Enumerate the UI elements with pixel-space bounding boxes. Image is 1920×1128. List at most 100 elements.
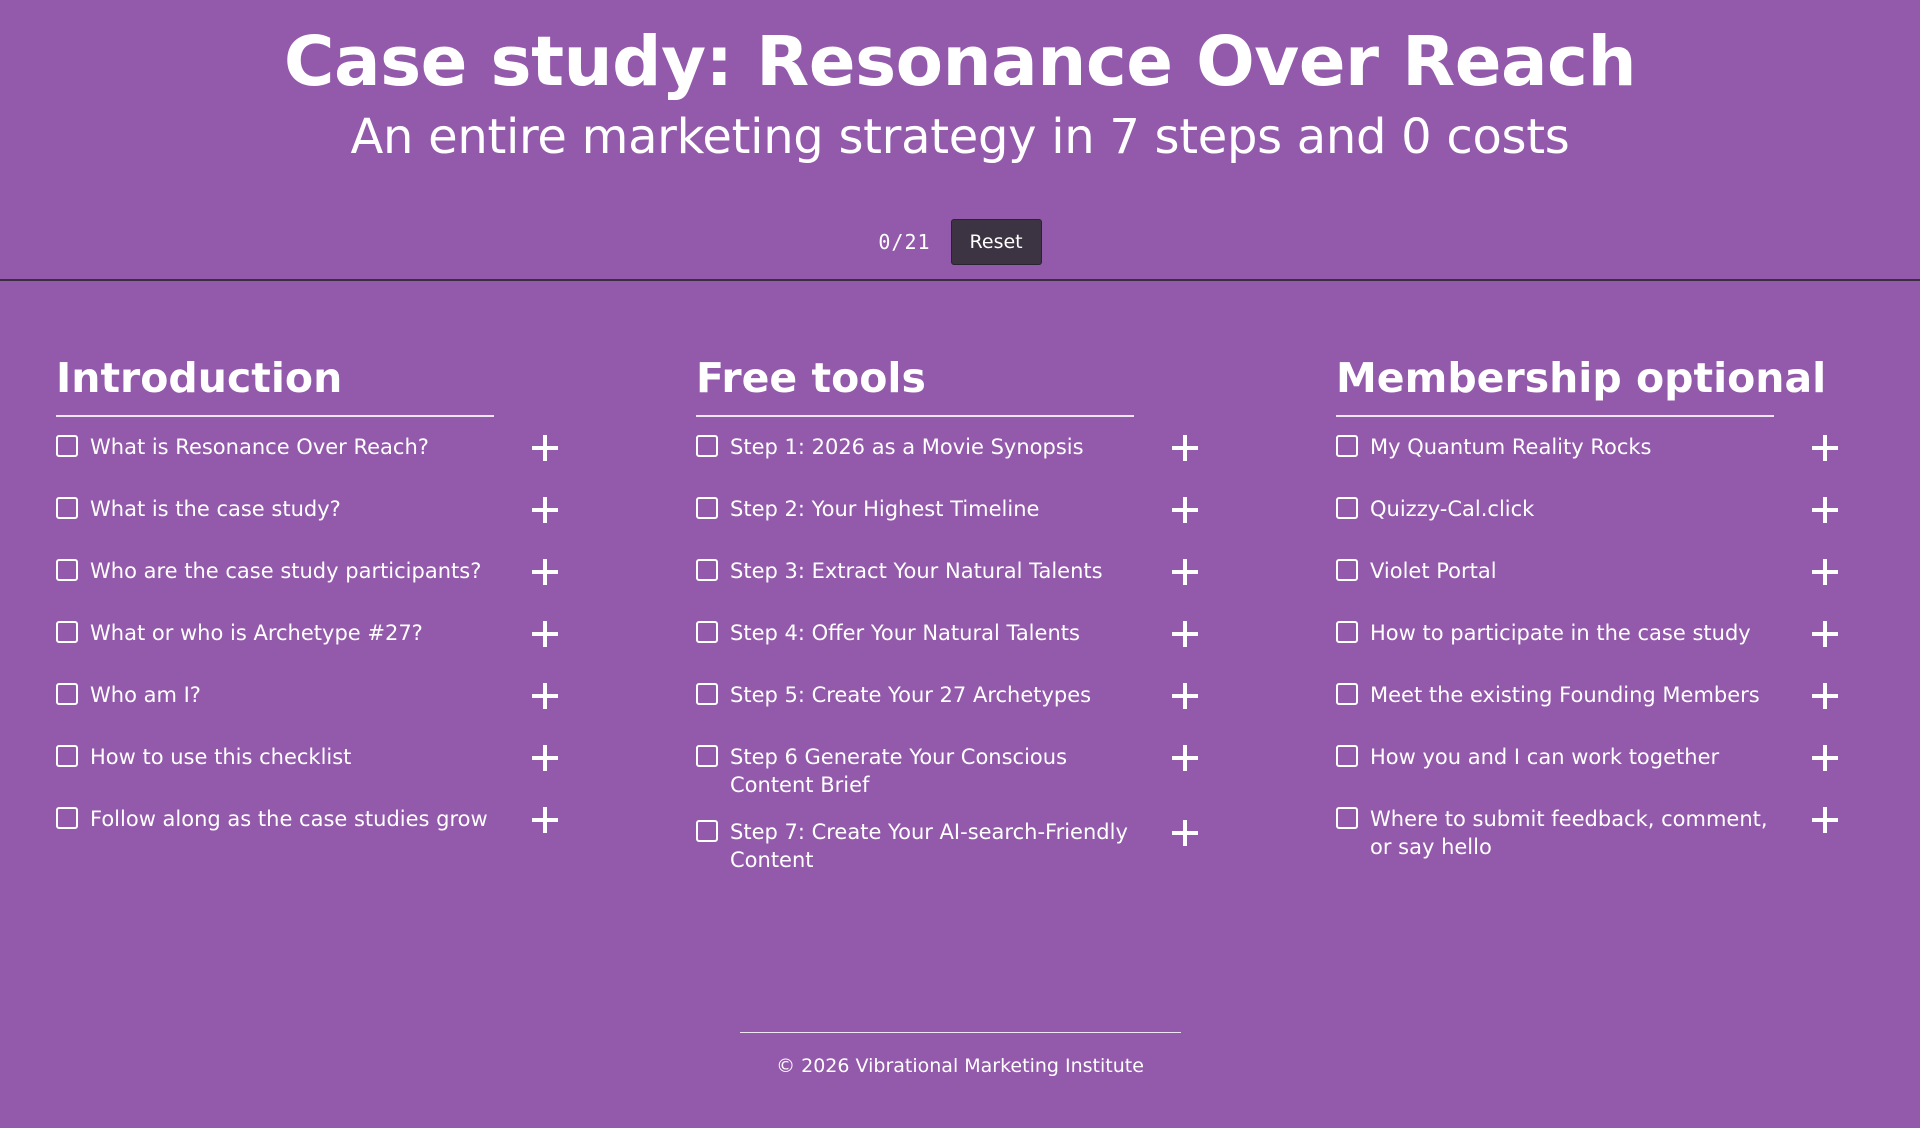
header-divider (0, 279, 1920, 281)
item-checkbox[interactable] (696, 497, 718, 519)
item-checkbox[interactable] (696, 621, 718, 643)
item-label[interactable]: Follow along as the case studies grow (90, 805, 510, 833)
item-label[interactable]: Step 4: Offer Your Natural Talents (730, 619, 1150, 647)
item-label[interactable]: How to participate in the case study (1370, 619, 1790, 647)
plus-icon[interactable] (1810, 681, 1840, 711)
plus-icon[interactable] (1810, 557, 1840, 587)
item-checkbox[interactable] (696, 559, 718, 581)
plus-icon[interactable] (530, 557, 560, 587)
checklist-item: How to participate in the case study (1336, 619, 1896, 681)
page-subtitle: An entire marketing strategy in 7 steps … (350, 109, 1570, 165)
checklist-item: Violet Portal (1336, 557, 1896, 619)
plus-icon[interactable] (1810, 805, 1840, 835)
checklist-item: Step 6 Generate Your Conscious Content B… (696, 743, 1256, 818)
item-checkbox[interactable] (1336, 745, 1358, 767)
page-footer: © 2026 Vibrational Marketing Institute (0, 1032, 1920, 1077)
plus-icon[interactable] (1170, 743, 1200, 773)
item-checkbox[interactable] (1336, 807, 1358, 829)
item-checkbox[interactable] (1336, 621, 1358, 643)
item-checkbox[interactable] (1336, 435, 1358, 457)
section-title: Introduction (56, 353, 494, 417)
item-label[interactable]: Who are the case study participants? (90, 557, 510, 585)
item-label[interactable]: Step 1: 2026 as a Movie Synopsis (730, 433, 1150, 461)
section-membership: Membership optional My Quantum Reality R… (1336, 353, 1896, 893)
plus-icon[interactable] (1170, 557, 1200, 587)
checklist-item: Meet the existing Founding Members (1336, 681, 1896, 743)
checklist: Step 1: 2026 as a Movie Synopsis Step 2:… (696, 433, 1256, 893)
item-checkbox[interactable] (56, 497, 78, 519)
footer-divider (739, 1032, 1181, 1033)
item-label[interactable]: Step 6 Generate Your Conscious Content B… (730, 743, 1150, 799)
reset-button[interactable]: Reset (950, 218, 1042, 265)
plus-icon[interactable] (1810, 619, 1840, 649)
item-checkbox[interactable] (1336, 497, 1358, 519)
section-title: Free tools (696, 353, 1134, 417)
item-checkbox[interactable] (696, 435, 718, 457)
checklist-columns: Introduction What is Resonance Over Reac… (0, 353, 1920, 893)
checklist-item: Who am I? (56, 681, 616, 743)
page-title: Case study: Resonance Over Reach (283, 22, 1637, 102)
checklist-item: Where to submit feedback, comment, or sa… (1336, 805, 1896, 880)
plus-icon[interactable] (1170, 619, 1200, 649)
plus-icon[interactable] (530, 619, 560, 649)
checklist: What is Resonance Over Reach? What is th… (56, 433, 616, 880)
checklist-item: What is Resonance Over Reach? (56, 433, 616, 495)
item-label[interactable]: What is the case study? (90, 495, 510, 523)
item-checkbox[interactable] (56, 683, 78, 705)
checklist-item: How you and I can work together (1336, 743, 1896, 805)
plus-icon[interactable] (530, 681, 560, 711)
item-checkbox[interactable] (56, 745, 78, 767)
item-checkbox[interactable] (56, 559, 78, 581)
page-header: Case study: Resonance Over Reach An enti… (0, 0, 1920, 265)
section-introduction: Introduction What is Resonance Over Reac… (56, 353, 616, 893)
progress-bar: 0/21 Reset (0, 218, 1920, 265)
item-checkbox[interactable] (696, 820, 718, 842)
plus-icon[interactable] (530, 805, 560, 835)
item-label[interactable]: Step 7: Create Your AI-search-Friendly C… (730, 818, 1150, 874)
item-label[interactable]: Where to submit feedback, comment, or sa… (1370, 805, 1790, 861)
item-checkbox[interactable] (56, 435, 78, 457)
item-label[interactable]: Violet Portal (1370, 557, 1790, 585)
plus-icon[interactable] (1810, 743, 1840, 773)
checklist: My Quantum Reality Rocks Quizzy-Cal.clic… (1336, 433, 1896, 880)
checklist-item: How to use this checklist (56, 743, 616, 805)
copyright-text: © 2026 Vibrational Marketing Institute (776, 1055, 1144, 1077)
checklist-item: Step 5: Create Your 27 Archetypes (696, 681, 1256, 743)
section-free-tools: Free tools Step 1: 2026 as a Movie Synop… (696, 353, 1256, 893)
checklist-item: Step 1: 2026 as a Movie Synopsis (696, 433, 1256, 495)
plus-icon[interactable] (1170, 681, 1200, 711)
plus-icon[interactable] (530, 743, 560, 773)
item-label[interactable]: What is Resonance Over Reach? (90, 433, 510, 461)
checklist-item: Quizzy-Cal.click (1336, 495, 1896, 557)
progress-counter: 0/21 (878, 229, 931, 254)
plus-icon[interactable] (530, 495, 560, 525)
item-checkbox[interactable] (696, 745, 718, 767)
item-label[interactable]: How you and I can work together (1370, 743, 1790, 771)
item-checkbox[interactable] (56, 807, 78, 829)
checklist-item: What or who is Archetype #27? (56, 619, 616, 681)
item-label[interactable]: Who am I? (90, 681, 510, 709)
plus-icon[interactable] (530, 433, 560, 463)
item-label[interactable]: How to use this checklist (90, 743, 510, 771)
plus-icon[interactable] (1810, 433, 1840, 463)
checklist-item: What is the case study? (56, 495, 616, 557)
section-title: Membership optional (1336, 353, 1826, 417)
item-label[interactable]: Step 5: Create Your 27 Archetypes (730, 681, 1150, 709)
checklist-item: Who are the case study participants? (56, 557, 616, 619)
plus-icon[interactable] (1170, 818, 1200, 848)
item-label[interactable]: Step 2: Your Highest Timeline (730, 495, 1150, 523)
item-label[interactable]: My Quantum Reality Rocks (1370, 433, 1790, 461)
item-checkbox[interactable] (696, 683, 718, 705)
checklist-item: Step 3: Extract Your Natural Talents (696, 557, 1256, 619)
plus-icon[interactable] (1170, 433, 1200, 463)
plus-icon[interactable] (1170, 495, 1200, 525)
checklist-item: My Quantum Reality Rocks (1336, 433, 1896, 495)
item-label[interactable]: Quizzy-Cal.click (1370, 495, 1790, 523)
item-checkbox[interactable] (56, 621, 78, 643)
item-label[interactable]: Meet the existing Founding Members (1370, 681, 1790, 709)
item-label[interactable]: What or who is Archetype #27? (90, 619, 510, 647)
item-checkbox[interactable] (1336, 559, 1358, 581)
plus-icon[interactable] (1810, 495, 1840, 525)
item-checkbox[interactable] (1336, 683, 1358, 705)
item-label[interactable]: Step 3: Extract Your Natural Talents (730, 557, 1150, 585)
